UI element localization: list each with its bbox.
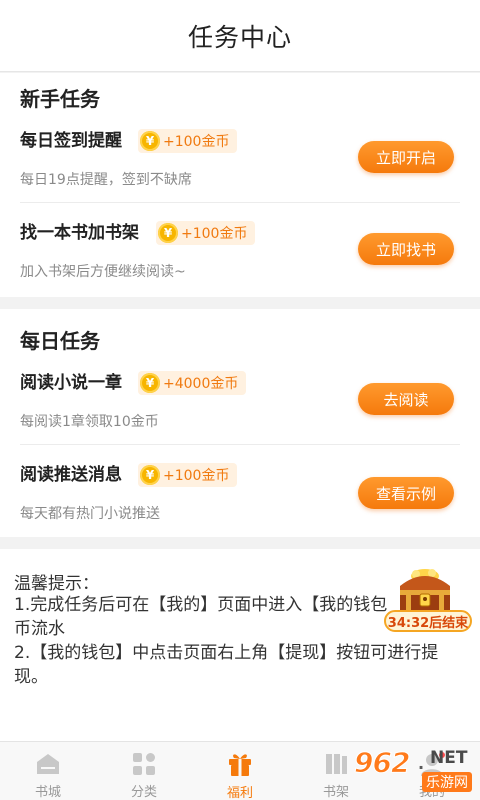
task-item: 阅读推送消息 ¥ +100金币 每天都有热门小说推送 查看示例 [0, 463, 480, 557]
tab-category[interactable]: 分类 [96, 742, 192, 800]
task-item: 阅读小说一章 ¥ +4000金币 每阅读1章领取10金币 去阅读 [0, 371, 480, 465]
category-icon [130, 750, 158, 777]
tab-label: 福利 [226, 786, 253, 800]
tab-label: 分类 [130, 785, 157, 800]
find-book-button[interactable]: 立即找书 [358, 233, 454, 265]
bookstore-icon [34, 750, 62, 777]
task-description: 加入书架后方便继续阅读~ [20, 264, 186, 280]
tab-bookstore[interactable]: 书城 [0, 742, 96, 800]
watermark-net: NET [430, 748, 468, 768]
reward-amount: +100金币 [181, 226, 248, 242]
treasure-chest-widget[interactable]: 34:32后结束 [384, 562, 472, 634]
coin-icon: ¥ [140, 131, 160, 151]
task-description: 每阅读1章领取10金币 [20, 414, 159, 430]
chest-countdown: 34:32后结束 [384, 610, 472, 632]
reward-amount: +4000金币 [163, 376, 239, 392]
newbie-task-section: 新手任务 每日签到提醒 ¥ +100金币 每日19点提醒，签到不缺席 立即开启 … [0, 73, 480, 297]
task-description: 每日19点提醒，签到不缺席 [20, 172, 192, 188]
divider [20, 444, 460, 445]
tab-label: 书城 [34, 785, 61, 800]
coin-icon: ¥ [158, 223, 178, 243]
task-name: 找一本书加书架 [20, 223, 139, 243]
tips-line: 2.【我的钱包】中点击页面右上角【提现】按钮可进行提 [14, 643, 439, 663]
view-example-button[interactable]: 查看示例 [358, 477, 454, 509]
site-watermark: 962 . NET 乐游网 [344, 744, 480, 800]
section-title: 新手任务 [20, 87, 100, 111]
go-read-button[interactable]: 去阅读 [358, 383, 454, 415]
task-item: 找一本书加书架 ¥ +100金币 加入书架后方便继续阅读~ 立即找书 [0, 221, 480, 315]
watermark-dot: . [418, 754, 425, 773]
task-description: 每天都有热门小说推送 [20, 506, 160, 522]
daily-task-section: 每日任务 阅读小说一章 ¥ +4000金币 每阅读1章领取10金币 去阅读 阅读… [0, 309, 480, 537]
tab-welfare[interactable]: 福利 [192, 742, 288, 800]
watermark-sub: 乐游网 [422, 772, 472, 792]
task-name: 每日签到提醒 [20, 131, 122, 151]
reward-badge: ¥ +100金币 [138, 129, 238, 153]
enable-reminder-button[interactable]: 立即开启 [358, 141, 454, 173]
divider [20, 202, 460, 203]
reward-badge: ¥ +4000金币 [138, 371, 247, 395]
coin-icon: ¥ [140, 373, 160, 393]
reward-badge: ¥ +100金币 [138, 463, 238, 487]
tips-title: 温馨提示： [14, 574, 99, 594]
coin-icon: ¥ [140, 465, 160, 485]
task-name: 阅读推送消息 [20, 465, 122, 485]
task-item: 每日签到提醒 ¥ +100金币 每日19点提醒，签到不缺席 立即开启 [0, 129, 480, 223]
gift-icon [226, 750, 254, 778]
reward-badge: ¥ +100金币 [156, 221, 256, 245]
reward-amount: +100金币 [163, 468, 230, 484]
top-bar: 任务中心 [0, 0, 480, 72]
tips-line: 现。 [14, 667, 48, 687]
watermark-brand: 962 [353, 746, 410, 780]
task-name: 阅读小说一章 [20, 373, 122, 393]
reward-amount: +100金币 [163, 134, 230, 150]
page-title: 任务中心 [187, 22, 292, 52]
section-title: 每日任务 [20, 329, 100, 353]
